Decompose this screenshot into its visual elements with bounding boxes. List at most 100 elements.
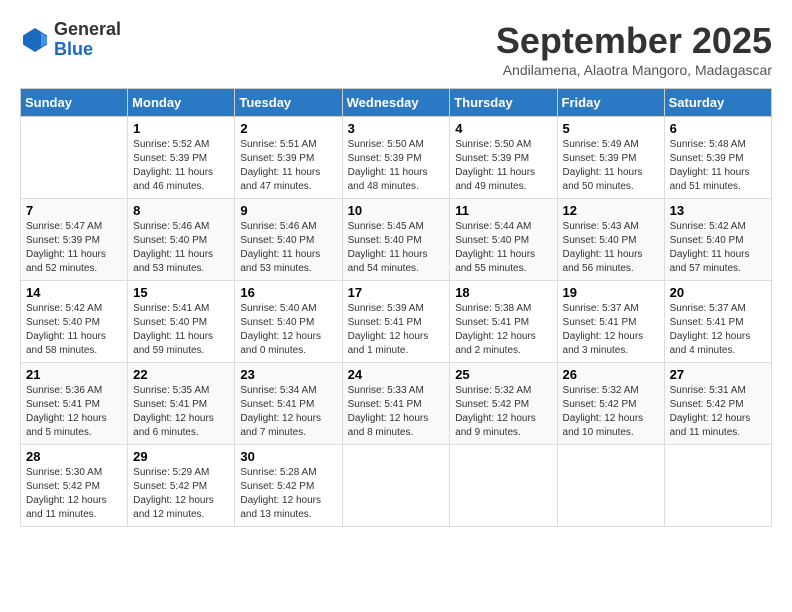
calendar-table: SundayMondayTuesdayWednesdayThursdayFrid… — [20, 88, 772, 527]
day-info: Sunrise: 5:28 AM Sunset: 5:42 PM Dayligh… — [240, 466, 336, 522]
calendar-cell: 8 Sunrise: 5:46 AM Sunset: 5:40 PM Daylig… — [128, 199, 235, 281]
calendar-cell — [557, 445, 664, 527]
day-number: 23 — [240, 367, 336, 382]
calendar-week-row: 21 Sunrise: 5:36 AM Sunset: 5:41 PM Dayli… — [21, 363, 772, 445]
day-number: 22 — [133, 367, 229, 382]
page-header: General Blue September 2025 Andilamena, … — [20, 20, 772, 78]
day-number: 21 — [26, 367, 122, 382]
calendar-week-row: 1 Sunrise: 5:52 AM Sunset: 5:39 PM Daylig… — [21, 117, 772, 199]
calendar-cell: 24 Sunrise: 5:33 AM Sunset: 5:41 PM Dayli… — [342, 363, 450, 445]
calendar-cell: 30 Sunrise: 5:28 AM Sunset: 5:42 PM Dayli… — [235, 445, 342, 527]
day-info: Sunrise: 5:37 AM Sunset: 5:41 PM Dayligh… — [563, 302, 659, 358]
day-number: 5 — [563, 121, 659, 136]
day-number: 28 — [26, 449, 122, 464]
day-info: Sunrise: 5:38 AM Sunset: 5:41 PM Dayligh… — [455, 302, 551, 358]
day-number: 16 — [240, 285, 336, 300]
day-info: Sunrise: 5:52 AM Sunset: 5:39 PM Dayligh… — [133, 138, 229, 194]
calendar-cell: 15Sunrise: 5:41 AM Sunset: 5:40 PM Dayli… — [128, 281, 235, 363]
calendar-cell: 11 Sunrise: 5:44 AM Sunset: 5:40 PM Dayli… — [450, 199, 557, 281]
day-info: Sunrise: 5:50 AM Sunset: 5:39 PM Dayligh… — [455, 138, 551, 194]
calendar-cell: 26 Sunrise: 5:32 AM Sunset: 5:42 PM Dayli… — [557, 363, 664, 445]
calendar-cell: 28 Sunrise: 5:30 AM Sunset: 5:42 PM Dayli… — [21, 445, 128, 527]
calendar-header-row: SundayMondayTuesdayWednesdayThursdayFrid… — [21, 89, 772, 117]
calendar-cell: 25 Sunrise: 5:32 AM Sunset: 5:42 PM Dayli… — [450, 363, 557, 445]
calendar-cell — [342, 445, 450, 527]
calendar-cell: 1 Sunrise: 5:52 AM Sunset: 5:39 PM Daylig… — [128, 117, 235, 199]
logo: General Blue — [20, 20, 121, 60]
calendar-header-saturday: Saturday — [664, 89, 771, 117]
calendar-cell: 22 Sunrise: 5:35 AM Sunset: 5:41 PM Dayli… — [128, 363, 235, 445]
day-number: 8 — [133, 203, 229, 218]
calendar-cell — [664, 445, 771, 527]
day-info: Sunrise: 5:48 AM Sunset: 5:39 PM Dayligh… — [670, 138, 766, 194]
day-info: Sunrise: 5:39 AM Sunset: 5:41 PM Dayligh… — [348, 302, 445, 358]
day-info: Sunrise: 5:51 AM Sunset: 5:39 PM Dayligh… — [240, 138, 336, 194]
day-number: 9 — [240, 203, 336, 218]
day-number: 29 — [133, 449, 229, 464]
calendar-cell: 12 Sunrise: 5:43 AM Sunset: 5:40 PM Dayli… — [557, 199, 664, 281]
logo-icon — [20, 25, 50, 55]
day-number: 12 — [563, 203, 659, 218]
day-number: 11 — [455, 203, 551, 218]
day-info: Sunrise: 5:41 AM Sunset: 5:40 PM Dayligh… — [133, 302, 229, 358]
calendar-cell: 9 Sunrise: 5:46 AM Sunset: 5:40 PM Daylig… — [235, 199, 342, 281]
title-section: September 2025 Andilamena, Alaotra Mango… — [496, 20, 772, 78]
calendar-cell: 29 Sunrise: 5:29 AM Sunset: 5:42 PM Dayli… — [128, 445, 235, 527]
calendar-header-tuesday: Tuesday — [235, 89, 342, 117]
location-subtitle: Andilamena, Alaotra Mangoro, Madagascar — [496, 62, 772, 78]
day-number: 6 — [670, 121, 766, 136]
calendar-week-row: 28 Sunrise: 5:30 AM Sunset: 5:42 PM Dayli… — [21, 445, 772, 527]
calendar-cell: 7Sunrise: 5:47 AM Sunset: 5:39 PM Daylig… — [21, 199, 128, 281]
calendar-cell — [21, 117, 128, 199]
day-info: Sunrise: 5:37 AM Sunset: 5:41 PM Dayligh… — [670, 302, 766, 358]
day-info: Sunrise: 5:32 AM Sunset: 5:42 PM Dayligh… — [563, 384, 659, 440]
calendar-cell: 6 Sunrise: 5:48 AM Sunset: 5:39 PM Daylig… — [664, 117, 771, 199]
day-number: 25 — [455, 367, 551, 382]
day-info: Sunrise: 5:44 AM Sunset: 5:40 PM Dayligh… — [455, 220, 551, 276]
day-info: Sunrise: 5:42 AM Sunset: 5:40 PM Dayligh… — [670, 220, 766, 276]
calendar-header-sunday: Sunday — [21, 89, 128, 117]
calendar-header-monday: Monday — [128, 89, 235, 117]
day-number: 30 — [240, 449, 336, 464]
calendar-cell: 2 Sunrise: 5:51 AM Sunset: 5:39 PM Daylig… — [235, 117, 342, 199]
day-info: Sunrise: 5:33 AM Sunset: 5:41 PM Dayligh… — [348, 384, 445, 440]
day-number: 26 — [563, 367, 659, 382]
calendar-cell: 27 Sunrise: 5:31 AM Sunset: 5:42 PM Dayli… — [664, 363, 771, 445]
calendar-cell: 16 Sunrise: 5:40 AM Sunset: 5:40 PM Dayli… — [235, 281, 342, 363]
calendar-header-thursday: Thursday — [450, 89, 557, 117]
logo-general-text: General — [54, 20, 121, 40]
day-info: Sunrise: 5:35 AM Sunset: 5:41 PM Dayligh… — [133, 384, 229, 440]
day-info: Sunrise: 5:36 AM Sunset: 5:41 PM Dayligh… — [26, 384, 122, 440]
day-number: 2 — [240, 121, 336, 136]
calendar-cell: 21 Sunrise: 5:36 AM Sunset: 5:41 PM Dayli… — [21, 363, 128, 445]
calendar-cell: 20 Sunrise: 5:37 AM Sunset: 5:41 PM Dayli… — [664, 281, 771, 363]
calendar-cell: 23 Sunrise: 5:34 AM Sunset: 5:41 PM Dayli… — [235, 363, 342, 445]
day-number: 10 — [348, 203, 445, 218]
calendar-cell: 5 Sunrise: 5:49 AM Sunset: 5:39 PM Daylig… — [557, 117, 664, 199]
day-number: 1 — [133, 121, 229, 136]
day-info: Sunrise: 5:34 AM Sunset: 5:41 PM Dayligh… — [240, 384, 336, 440]
day-number: 20 — [670, 285, 766, 300]
day-info: Sunrise: 5:29 AM Sunset: 5:42 PM Dayligh… — [133, 466, 229, 522]
day-number: 27 — [670, 367, 766, 382]
calendar-cell: 13Sunrise: 5:42 AM Sunset: 5:40 PM Dayli… — [664, 199, 771, 281]
day-info: Sunrise: 5:32 AM Sunset: 5:42 PM Dayligh… — [455, 384, 551, 440]
month-title: September 2025 — [496, 20, 772, 62]
day-info: Sunrise: 5:43 AM Sunset: 5:40 PM Dayligh… — [563, 220, 659, 276]
day-info: Sunrise: 5:30 AM Sunset: 5:42 PM Dayligh… — [26, 466, 122, 522]
day-info: Sunrise: 5:46 AM Sunset: 5:40 PM Dayligh… — [133, 220, 229, 276]
day-number: 14 — [26, 285, 122, 300]
day-info: Sunrise: 5:31 AM Sunset: 5:42 PM Dayligh… — [670, 384, 766, 440]
calendar-header-wednesday: Wednesday — [342, 89, 450, 117]
day-number: 24 — [348, 367, 445, 382]
day-number: 4 — [455, 121, 551, 136]
day-info: Sunrise: 5:40 AM Sunset: 5:40 PM Dayligh… — [240, 302, 336, 358]
calendar-header-friday: Friday — [557, 89, 664, 117]
calendar-cell: 10Sunrise: 5:45 AM Sunset: 5:40 PM Dayli… — [342, 199, 450, 281]
calendar-cell: 4 Sunrise: 5:50 AM Sunset: 5:39 PM Daylig… — [450, 117, 557, 199]
day-number: 7 — [26, 203, 122, 218]
calendar-cell: 17Sunrise: 5:39 AM Sunset: 5:41 PM Dayli… — [342, 281, 450, 363]
calendar-week-row: 14Sunrise: 5:42 AM Sunset: 5:40 PM Dayli… — [21, 281, 772, 363]
day-info: Sunrise: 5:49 AM Sunset: 5:39 PM Dayligh… — [563, 138, 659, 194]
day-info: Sunrise: 5:46 AM Sunset: 5:40 PM Dayligh… — [240, 220, 336, 276]
